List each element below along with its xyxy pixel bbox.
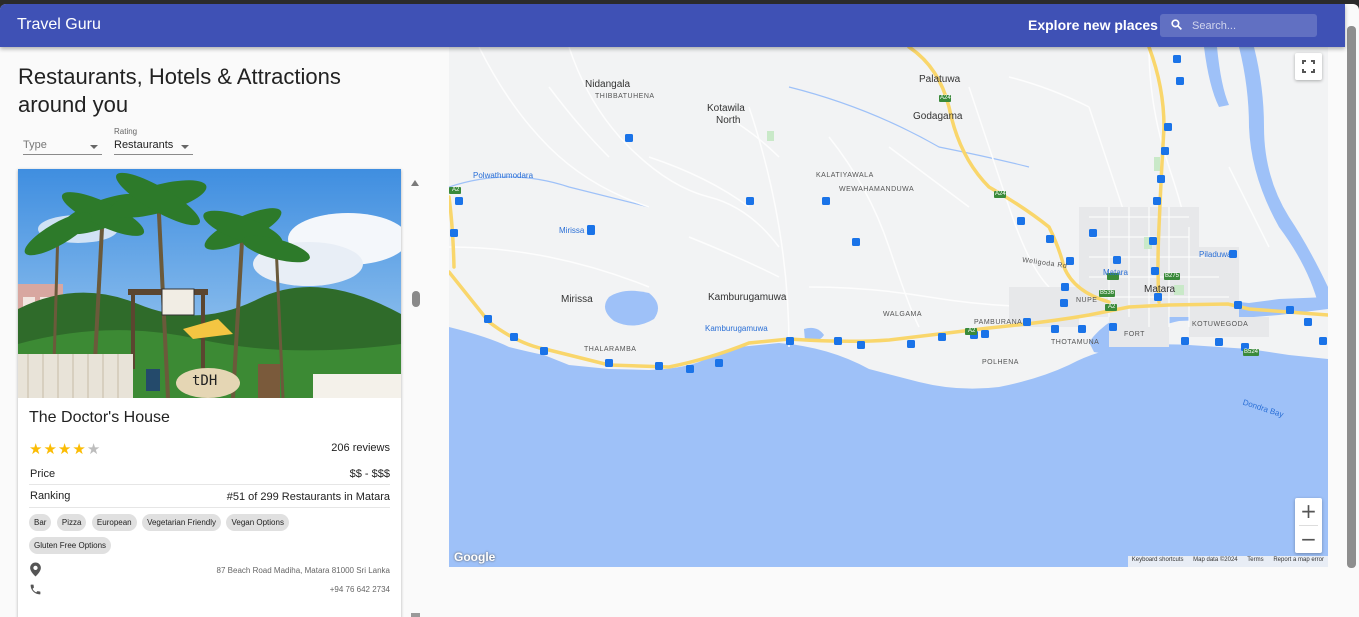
phone-icon — [30, 584, 41, 595]
price-label: Price — [30, 468, 56, 480]
rating-select[interactable]: Rating Restaurants — [114, 127, 193, 155]
photo-sign-text: tDH — [192, 373, 218, 389]
star-empty-icon: ★ — [86, 441, 102, 458]
map-label: North — [716, 115, 741, 126]
ranking-value: #51 of 299 Restaurants in Matara — [226, 491, 390, 503]
map-label: THIBBATUHENA — [595, 93, 655, 100]
route-shield: A2 — [968, 328, 976, 334]
report-error-link[interactable]: Report a map error — [1273, 557, 1324, 563]
map-label: Polwathumodara — [473, 171, 534, 180]
place-phone: +94 76 642 2734 — [329, 585, 390, 594]
results-panel: Restaurants, Hotels & Attractions around… — [0, 47, 449, 617]
star-icon: ★ — [43, 441, 58, 458]
tag-chip[interactable]: Vegetarian Friendly — [142, 514, 222, 531]
rating-select-label: Rating — [114, 127, 138, 136]
app-window: Travel Guru Explore new places Restauran… — [0, 4, 1359, 617]
route-shield: B275 — [1165, 273, 1180, 279]
zoom-out-button[interactable]: − — [1295, 526, 1322, 553]
place-name: The Doctor's House — [29, 409, 170, 426]
map-label: Palatuwa — [919, 74, 961, 85]
map-label: Matara — [1144, 284, 1176, 295]
tag-chip[interactable]: Gluten Free Options — [29, 537, 112, 554]
route-shield: A2 — [1108, 304, 1116, 310]
map-data-text: Map data ©2024 — [1193, 557, 1238, 563]
google-logo[interactable]: Google — [454, 550, 495, 564]
rating-select-value: Restaurants — [114, 139, 174, 151]
location-pin-icon — [30, 562, 41, 577]
map-label: NUPE — [1076, 297, 1098, 304]
map-label: THOTAMUNA — [1051, 339, 1100, 346]
ranking-label: Ranking — [30, 490, 71, 502]
place-address: 87 Beach Road Madiha, Matara 81000 Sri L… — [216, 566, 390, 575]
type-select-value: Type — [23, 139, 47, 151]
route-shield: A24 — [995, 191, 1006, 197]
map-label: Mirissa — [559, 226, 585, 235]
fullscreen-icon — [1302, 60, 1315, 73]
map-label: PAMBURANA — [974, 319, 1023, 326]
chevron-down-icon — [181, 145, 189, 149]
page-title: Restaurants, Hotels & Attractions around… — [18, 64, 341, 117]
app-bar: Travel Guru Explore new places — [0, 4, 1345, 47]
place-card[interactable]: tDH The Doctor's House ★★★★★ 206 reviews… — [18, 169, 401, 617]
map-label: WALGAMA — [883, 311, 923, 318]
map-label: Godagama — [913, 111, 963, 122]
map-label: FORT — [1124, 331, 1145, 338]
map-attribution: Keyboard shortcuts Map data ©2024 Terms … — [1127, 556, 1328, 567]
scroll-down-arrow-icon[interactable] — [411, 613, 420, 617]
map-label: POLHENA — [982, 359, 1019, 366]
fullscreen-button[interactable] — [1295, 53, 1322, 80]
map-label: Matara — [1103, 268, 1128, 277]
search-icon — [1171, 19, 1182, 30]
map-canvas — [449, 47, 1328, 567]
tag-chip[interactable]: European — [91, 514, 137, 531]
map-view[interactable]: Nidangala THIBBATUHENA Kotawila North Pa… — [449, 47, 1328, 567]
star-icon: ★ — [57, 441, 73, 458]
keyboard-shortcuts-link[interactable]: Keyboard shortcuts — [1132, 557, 1184, 563]
route-shield: A2 — [452, 187, 460, 193]
tag-chip[interactable]: Vegan Options — [226, 514, 289, 531]
list-scrollbar-thumb[interactable] — [412, 291, 420, 307]
chevron-down-icon — [90, 145, 98, 149]
rating-stars: ★★★★★ — [29, 440, 101, 458]
star-icon: ★ — [29, 441, 44, 458]
app-title: Travel Guru — [17, 16, 101, 33]
star-icon: ★ — [72, 441, 87, 458]
route-shield: A24 — [940, 95, 951, 101]
divider — [29, 484, 390, 485]
zoom-control: + − — [1295, 498, 1322, 553]
review-count: 206 reviews — [331, 442, 390, 454]
zoom-in-button[interactable]: + — [1295, 498, 1322, 525]
map-label: THALARAMBA — [584, 346, 637, 353]
page-scrollbar[interactable] — [1347, 26, 1356, 596]
route-shield: B536 — [1100, 290, 1115, 296]
place-photo: tDH — [18, 169, 401, 398]
divider — [29, 507, 390, 508]
tag-list: Bar Pizza European Vegetarian Friendly V… — [29, 514, 369, 560]
search-box[interactable] — [1160, 14, 1317, 37]
page-scrollbar-thumb[interactable] — [1347, 26, 1356, 568]
search-input[interactable] — [1192, 16, 1310, 35]
map-label: Kamburugamuwa — [708, 292, 787, 303]
map-label: Mirissa — [561, 294, 593, 305]
scroll-up-arrow-icon[interactable] — [411, 180, 419, 186]
tag-chip[interactable]: Bar — [29, 514, 52, 531]
terms-link[interactable]: Terms — [1247, 557, 1263, 563]
tag-chip[interactable]: Pizza — [56, 514, 87, 531]
route-shield: B524 — [1244, 349, 1259, 355]
map-label: Kamburugamuwa — [705, 324, 768, 333]
map-label: KALATIYAWALA — [816, 172, 874, 179]
explore-label: Explore new places — [1028, 17, 1158, 33]
map-label: Kotawila — [707, 103, 745, 114]
map-label: Piladuwa — [1199, 250, 1232, 259]
price-value: $$ - $$$ — [349, 468, 390, 480]
map-label: WEWAHAMANDUWA — [839, 186, 915, 193]
map-label: KOTUWEGODA — [1192, 321, 1249, 328]
map-label: Nidangala — [585, 79, 631, 90]
type-select[interactable]: Type — [23, 127, 102, 155]
